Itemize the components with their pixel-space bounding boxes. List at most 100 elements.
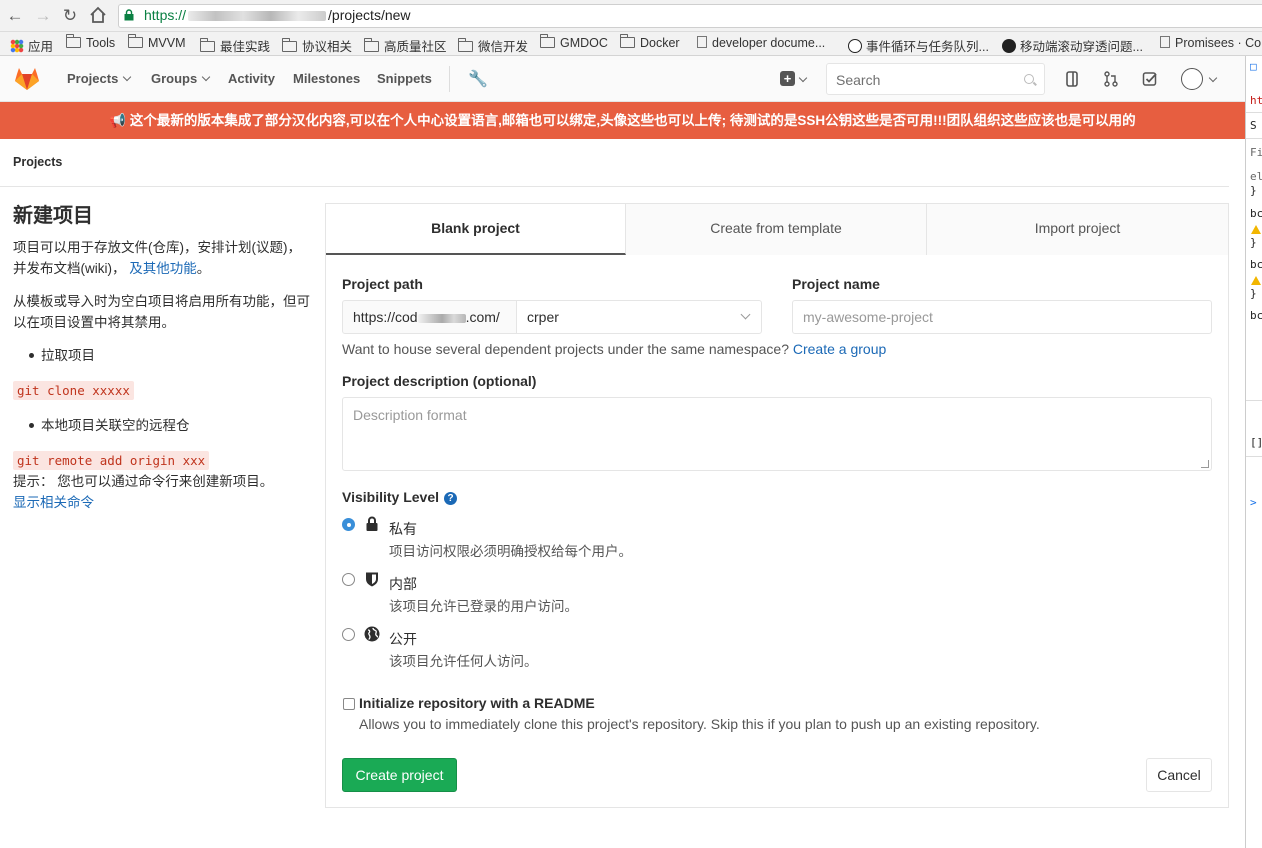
folder-icon xyxy=(65,34,81,48)
nav-milestones[interactable]: Milestones xyxy=(293,71,360,86)
tab-create-from-template[interactable]: Create from template xyxy=(626,204,927,255)
merge-request-icon[interactable] xyxy=(1103,71,1119,87)
bookmark-mobile-scroll[interactable]: 移动端滚动穿透问题... xyxy=(1002,36,1143,55)
tab-import-project[interactable]: Import project xyxy=(927,204,1228,255)
bookmark-best-practice[interactable]: 最佳实践 xyxy=(199,36,270,55)
project-name-input[interactable]: my-awesome-project xyxy=(792,300,1212,334)
new-item-plus-icon[interactable]: + xyxy=(780,71,795,86)
folder-icon xyxy=(457,38,473,52)
bookmark-tools[interactable]: Tools xyxy=(65,34,115,50)
devtools-divider xyxy=(1246,400,1262,401)
more-features-link[interactable]: 及其他功能 xyxy=(129,261,197,276)
visibility-private-desc: 项目访问权限必须明确授权给每个用户。 xyxy=(389,544,632,559)
code-snippet: git clone xxxxx xyxy=(13,381,134,400)
lock-icon xyxy=(366,516,378,531)
search-input[interactable]: Search xyxy=(826,63,1045,95)
nav-groups[interactable]: Groups xyxy=(151,71,211,86)
apps-grid-icon xyxy=(10,39,24,53)
bookmarks-bar: 应用 Tools MVVM 最佳实践 协议相关 高质量社区 微信开发 GMDOC… xyxy=(0,32,1262,56)
show-commands-link[interactable]: 显示相关命令 xyxy=(13,495,94,510)
create-project-button[interactable]: Create project xyxy=(342,758,457,792)
nav-snippets[interactable]: Snippets xyxy=(377,71,432,86)
todo-sidebar-icon[interactable] xyxy=(1064,71,1080,87)
url-text: https:// /projects/new xyxy=(144,7,411,23)
reload-icon[interactable]: ↻ xyxy=(60,6,80,26)
namespace-value: crper xyxy=(527,309,559,325)
visibility-public-radio[interactable] xyxy=(342,628,355,641)
redacted-host xyxy=(417,313,466,323)
search-icon xyxy=(1024,74,1034,84)
code-snippet: git remote add origin xxx xyxy=(13,451,210,470)
redacted-host xyxy=(188,11,327,22)
resize-handle-icon[interactable] xyxy=(1201,460,1209,468)
bookmark-community[interactable]: 高质量社区 xyxy=(363,36,447,55)
project-name-label: Project name xyxy=(792,276,880,292)
nav-projects[interactable]: Projects xyxy=(67,71,132,86)
project-tabs: Blank project Create from template Impor… xyxy=(326,204,1228,255)
bookmark-apps[interactable]: 应用 xyxy=(10,36,53,55)
devtools-line: el xyxy=(1250,170,1262,183)
visibility-internal-radio[interactable] xyxy=(342,573,355,586)
chevron-down-icon[interactable] xyxy=(1208,73,1218,83)
folder-icon xyxy=(199,38,215,52)
bookmark-mvvm[interactable]: MVVM xyxy=(127,34,186,50)
breadcrumb[interactable]: Projects xyxy=(13,155,62,169)
devtools-line: S xyxy=(1250,119,1257,132)
devtools-line: bc xyxy=(1250,207,1262,220)
namespace-select[interactable]: crper xyxy=(516,300,762,334)
devtools-line: bc xyxy=(1250,309,1262,322)
help-question-icon[interactable]: ? xyxy=(444,492,458,505)
back-arrow-icon[interactable]: ← xyxy=(5,6,25,26)
home-icon[interactable] xyxy=(88,6,108,26)
gitlab-top-nav: Projects Groups Activity Milestones Snip… xyxy=(0,56,1245,102)
bookmark-protocol[interactable]: 协议相关 xyxy=(281,36,352,55)
page-icon xyxy=(1160,36,1170,48)
breadcrumb-divider xyxy=(0,186,1229,187)
tab-blank-project[interactable]: Blank project xyxy=(326,204,626,255)
readme-checkbox[interactable] xyxy=(343,698,355,710)
visibility-internal-desc: 该项目允许已登录的用户访问。 xyxy=(389,599,578,614)
chevron-down-icon[interactable] xyxy=(798,73,808,83)
site-icon xyxy=(848,39,862,53)
admin-wrench-icon[interactable]: 🔧 xyxy=(468,69,488,89)
folder-icon xyxy=(281,38,297,52)
bookmark-docker[interactable]: Docker xyxy=(619,34,680,50)
folder-icon xyxy=(127,34,143,48)
devtools-divider xyxy=(1246,112,1262,113)
group-help-text: Want to house several dependent projects… xyxy=(342,341,887,357)
url-path: /projects/new xyxy=(328,7,411,23)
bookmark-gmdoc[interactable]: GMDOC xyxy=(539,34,608,50)
new-project-panel: Blank project Create from template Impor… xyxy=(325,203,1229,808)
create-group-link[interactable]: Create a group xyxy=(793,341,886,357)
description-placeholder: Description format xyxy=(353,407,467,423)
gitlab-logo-icon[interactable] xyxy=(14,67,40,91)
visibility-private-radio[interactable] xyxy=(342,518,355,531)
visibility-label: Visibility Level? xyxy=(342,489,458,505)
devtools-line: ht xyxy=(1250,94,1262,107)
user-avatar[interactable] xyxy=(1181,68,1203,90)
readme-label[interactable]: Initialize repository with a README xyxy=(359,695,595,711)
list-item: 拉取项目 xyxy=(13,345,313,366)
warning-icon xyxy=(1251,276,1261,285)
devtools-divider xyxy=(1246,138,1262,139)
nav-divider xyxy=(449,66,450,92)
visibility-internal-title: 内部 xyxy=(389,576,417,592)
todo-check-icon[interactable] xyxy=(1142,71,1158,87)
devtools-line[interactable]: > xyxy=(1250,496,1257,509)
bookmark-wechat[interactable]: 微信开发 xyxy=(457,36,528,55)
forward-arrow-icon[interactable]: → xyxy=(33,6,53,26)
visibility-public-desc: 该项目允许任何人访问。 xyxy=(389,654,538,669)
nav-activity[interactable]: Activity xyxy=(228,71,275,86)
devtools-divider xyxy=(1246,456,1262,457)
bookmark-promisees[interactable]: Promisees · Co xyxy=(1160,36,1261,50)
bookmark-developer-docs[interactable]: developer docume... xyxy=(697,36,825,50)
folder-icon xyxy=(539,34,555,48)
bookmark-event-loop[interactable]: 事件循环与任务队列... xyxy=(848,36,989,55)
devtools-line[interactable]: [] xyxy=(1250,436,1262,449)
broadcast-banner: 📢 这个最新的版本集成了部分汉化内容,可以在个人中心设置语言,邮箱也可以绑定,头… xyxy=(0,102,1245,139)
list-item: 本地项目关联空的远程仓 xyxy=(13,415,313,436)
github-icon xyxy=(1002,39,1016,53)
cancel-button[interactable]: Cancel xyxy=(1146,758,1212,792)
description-textarea[interactable]: Description format xyxy=(342,397,1212,471)
chevron-down-icon xyxy=(123,72,132,82)
